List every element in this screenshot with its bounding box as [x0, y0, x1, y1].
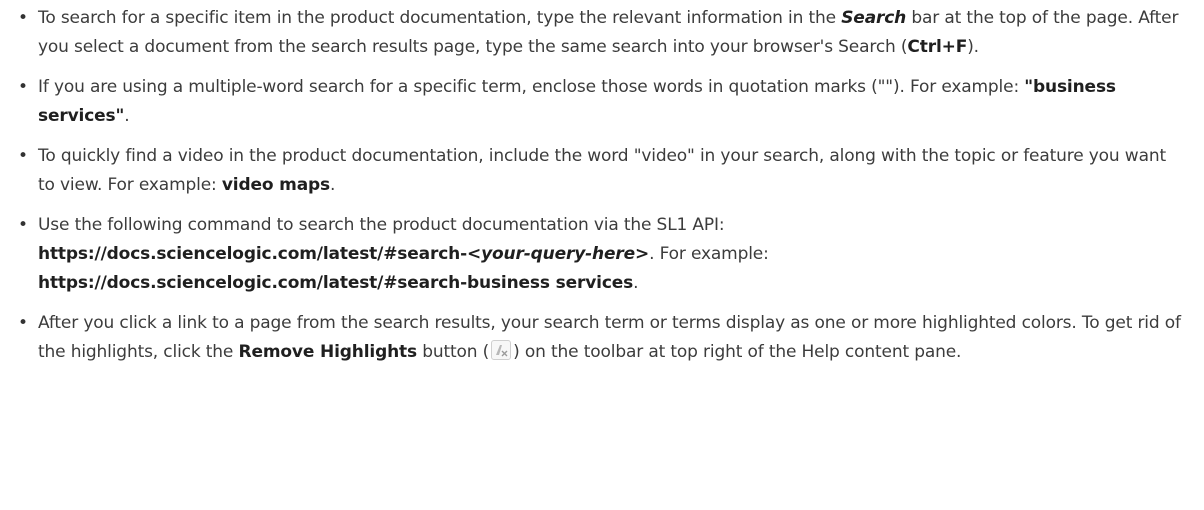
search-label: Search [841, 8, 907, 28]
list-item: • To quickly find a video in the product… [14, 142, 1184, 200]
list-item: • Use the following command to search th… [14, 211, 1184, 298]
remove-highlights-label: Remove Highlights [238, 342, 418, 362]
item-text: Use the following command to search the … [38, 215, 725, 235]
list-item: • If you are using a multiple-word searc… [14, 73, 1184, 131]
list-item: • After you click a link to a page from … [14, 309, 1184, 367]
item-text: ). [967, 37, 979, 57]
item-text: . [633, 273, 639, 293]
api-search-url[interactable]: https://docs.sciencelogic.com/latest/#se… [38, 244, 649, 264]
remove-highlights-icon [491, 340, 512, 360]
item-text: ) on the toolbar at top right of the Hel… [513, 342, 962, 362]
item-text: If you are using a multiple-word search … [38, 77, 1025, 97]
bullet: • [18, 146, 28, 166]
bullet: • [18, 215, 28, 235]
item-text: . [124, 106, 130, 126]
bullet: • [18, 8, 28, 28]
document-body: • To search for a specific item in the p… [0, 0, 1204, 510]
item-text: To search for a specific item in the pro… [38, 8, 842, 28]
item-text: . For example: [649, 244, 769, 264]
keyboard-shortcut: Ctrl+F [907, 37, 968, 57]
search-tips-list: • To search for a specific item in the p… [14, 4, 1184, 367]
api-search-example-url[interactable]: https://docs.sciencelogic.com/latest/#se… [38, 273, 633, 293]
bullet: • [18, 77, 28, 97]
item-text: button ( [417, 342, 490, 362]
item-text: To quickly find a video in the product d… [38, 146, 1166, 195]
item-text: . [330, 175, 336, 195]
search-example: video maps [221, 175, 331, 195]
url-prefix: https://docs.sciencelogic.com/latest/#se… [38, 244, 467, 264]
bullet: • [18, 313, 28, 333]
list-item: • To search for a specific item in the p… [14, 4, 1184, 62]
url-query-placeholder: <your-query-here> [466, 244, 650, 264]
